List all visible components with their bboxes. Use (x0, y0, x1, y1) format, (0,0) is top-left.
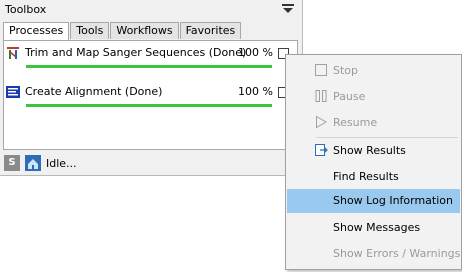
menu-item-label: Show Errors / Warnings (333, 247, 461, 260)
status-text: Idle... (46, 157, 77, 170)
process-name: Trim and Map Sanger Sequences (Done) (25, 46, 247, 59)
menu-item-show-messages[interactable]: Show Messages (287, 216, 460, 240)
menu-separator (316, 137, 458, 138)
progress-bar (26, 104, 272, 107)
menu-item-show-errors-warnings[interactable]: Show Errors / Warnings (287, 242, 460, 266)
toolbox-title: Toolbox (5, 3, 47, 16)
processes-list: Trim and Map Sanger Sequences (Done) 100… (3, 40, 298, 150)
server-icon[interactable]: S (4, 155, 20, 171)
menu-item-show-results[interactable]: Show Results (287, 139, 460, 163)
process-row[interactable]: Trim and Map Sanger Sequences (Done) 100… (4, 44, 297, 68)
progress-bar (26, 65, 272, 68)
alignment-icon (6, 85, 20, 99)
menu-item-label: Resume (333, 116, 378, 129)
menu-item-label: Show Log Information (333, 194, 453, 207)
menu-item-pause[interactable]: Pause (287, 85, 460, 109)
menu-item-stop[interactable]: Stop (287, 59, 460, 83)
tab-tools[interactable]: Tools (70, 22, 110, 39)
home-network-icon[interactable] (25, 155, 41, 171)
process-percent: 100 % (238, 46, 273, 59)
tab-processes[interactable]: Processes (3, 22, 70, 40)
menu-item-label: Find Results (333, 170, 399, 183)
menu-item-label: Show Results (333, 144, 406, 157)
menu-item-resume[interactable]: Resume (287, 111, 460, 135)
status-bar: S Idle... (0, 154, 302, 174)
menu-item-find-results[interactable]: Find Results (287, 165, 460, 189)
stop-icon (314, 63, 328, 77)
menu-item-label: Show Messages (333, 221, 421, 234)
process-name: Create Alignment (Done) (25, 85, 163, 98)
process-row[interactable]: Create Alignment (Done) 100 % (4, 83, 297, 107)
menu-item-label: Pause (333, 90, 366, 103)
menu-item-show-log-information[interactable]: Show Log Information (287, 189, 460, 213)
workflow-icon (6, 46, 20, 60)
context-menu: Stop Pause Resume Show Results Find Resu… (285, 54, 462, 270)
pause-icon (314, 89, 328, 103)
tab-favorites[interactable]: Favorites (179, 22, 242, 39)
menu-item-label: Stop (333, 64, 359, 77)
toolbox-panel: Toolbox Processes Tools Workflows Favori… (0, 0, 303, 176)
resume-icon (314, 115, 328, 129)
panel-menu-icon[interactable] (282, 4, 294, 14)
process-percent: 100 % (238, 85, 273, 98)
toolbox-tabs: Processes Tools Workflows Favorites (3, 22, 242, 40)
show-results-icon (314, 143, 328, 157)
tab-workflows[interactable]: Workflows (110, 22, 179, 39)
